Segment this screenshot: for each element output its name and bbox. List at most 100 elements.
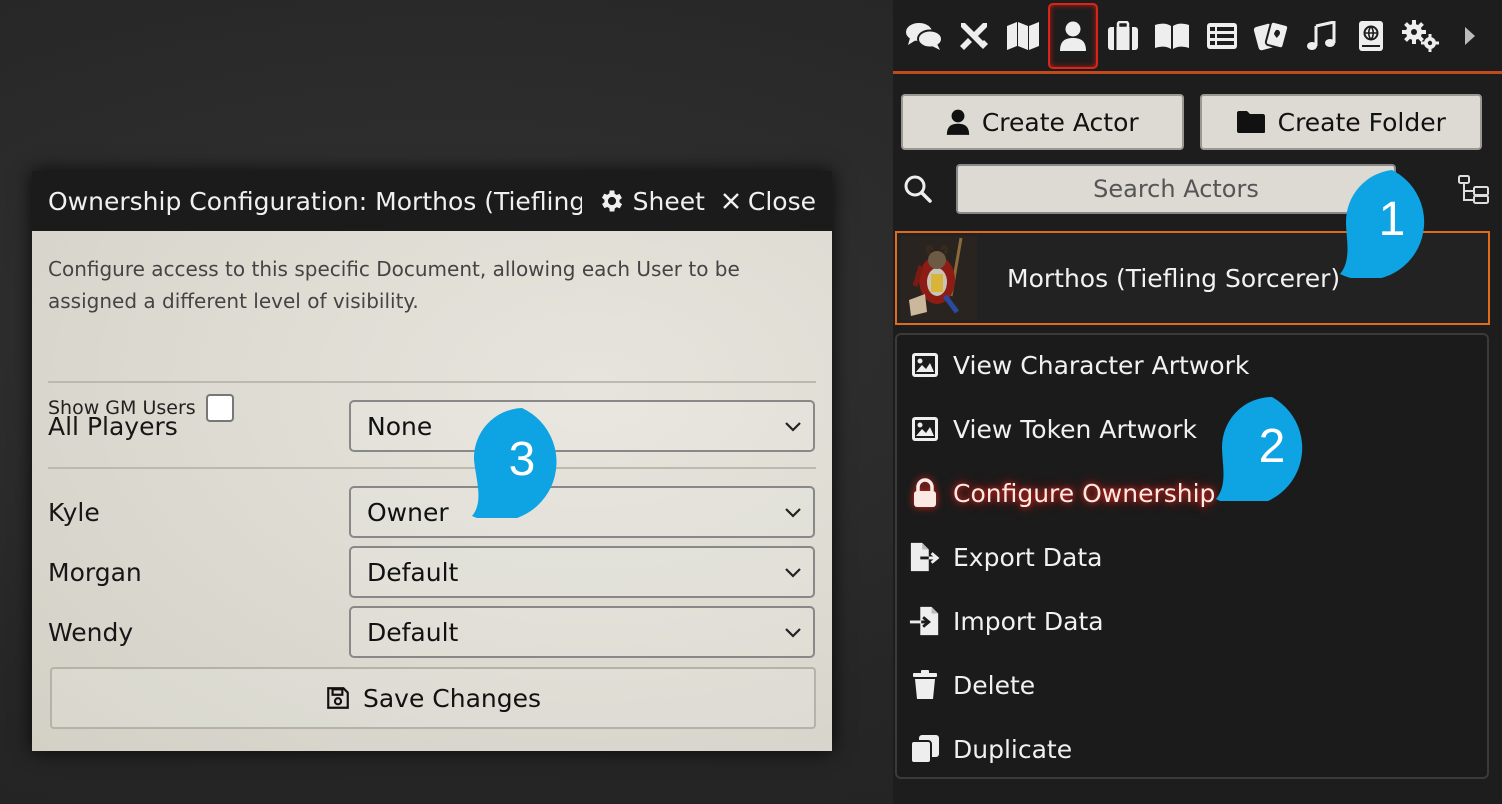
folder-icon <box>1236 111 1265 133</box>
divider <box>48 467 816 469</box>
ownership-dialog: Ownership Configuration: Morthos (Tiefli… <box>32 171 832 751</box>
copy-icon <box>909 734 941 764</box>
crossed-swords-icon <box>959 22 988 50</box>
menu-item-view-character-artwork[interactable]: View Character Artwork <box>909 345 1249 385</box>
menu-item-duplicate[interactable]: Duplicate <box>909 729 1072 769</box>
user-label: Morgan <box>48 557 142 587</box>
tab-combat[interactable] <box>949 3 999 69</box>
chevron-down-icon <box>785 422 801 432</box>
sheet-button[interactable]: Sheet <box>598 187 705 216</box>
sheet-label: Sheet <box>632 186 705 216</box>
cards-icon <box>1253 20 1289 50</box>
actor-name: Morthos (Tiefling Sorcerer) <box>1007 263 1341 293</box>
sidebar: Create Actor Create Folder Search Actors… <box>893 0 1502 804</box>
menu-item-label: Import Data <box>953 606 1104 636</box>
create-actor-label: Create Actor <box>981 107 1139 137</box>
actor-portrait <box>901 236 977 320</box>
callout-marker-2: 2 <box>1214 395 1324 507</box>
suitcase-icon <box>1107 20 1138 50</box>
select-value: Default <box>367 557 459 587</box>
menu-item-label: Configure Ownership <box>953 478 1216 508</box>
lock-icon <box>909 478 941 508</box>
tab-settings[interactable] <box>1396 3 1446 69</box>
atlas-icon <box>1359 20 1384 51</box>
sidebar-tabs <box>893 0 1502 74</box>
user-permission-select[interactable]: Owner <box>349 486 815 538</box>
chevron-down-icon <box>785 628 801 638</box>
divider <box>48 381 816 383</box>
tab-scenes[interactable] <box>998 3 1048 69</box>
user-permission-select[interactable]: Default <box>349 606 815 658</box>
user-row-kyle: Kyle Owner <box>48 486 816 538</box>
directory-header-actions: Create Actor Create Folder <box>901 94 1482 150</box>
dialog-hint: Configure access to this specific Docume… <box>48 257 740 313</box>
close-button[interactable]: Close <box>721 187 816 216</box>
tab-items[interactable] <box>1098 3 1148 69</box>
caret-right-icon <box>1465 26 1476 45</box>
image-icon <box>909 416 941 442</box>
tab-compendium[interactable] <box>1346 3 1396 69</box>
close-label: Close <box>747 186 816 216</box>
menu-item-export-data[interactable]: Export Data <box>909 537 1102 577</box>
collapse-folders-icon[interactable] <box>1457 174 1491 204</box>
chevron-down-icon <box>785 508 801 518</box>
tab-journal[interactable] <box>1147 3 1197 69</box>
chevron-down-icon <box>785 568 801 578</box>
menu-item-view-token-artwork[interactable]: View Token Artwork <box>909 409 1197 449</box>
dialog-header[interactable]: Ownership Configuration: Morthos (Tiefli… <box>32 171 832 231</box>
tab-chat[interactable] <box>899 3 949 69</box>
menu-item-import-data[interactable]: Import Data <box>909 601 1104 641</box>
floppy-disk-icon <box>327 687 349 709</box>
all-players-label: All Players <box>48 411 178 441</box>
create-actor-button[interactable]: Create Actor <box>901 94 1184 150</box>
trash-icon <box>909 670 941 700</box>
tab-actors[interactable] <box>1048 2 1098 69</box>
music-icon <box>1307 20 1336 50</box>
tab-cards[interactable] <box>1247 3 1297 69</box>
menu-item-configure-ownership[interactable]: Configure Ownership <box>909 473 1215 513</box>
menu-item-label: Duplicate <box>953 734 1073 764</box>
comments-icon <box>905 22 943 50</box>
close-icon <box>723 193 739 209</box>
menu-item-label: Delete <box>953 670 1036 700</box>
all-players-row: All Players None <box>48 400 816 452</box>
user-icon <box>1059 21 1086 51</box>
select-value: Default <box>367 617 459 647</box>
user-label: Kyle <box>48 497 100 527</box>
collapse-sidebar-button[interactable] <box>1446 3 1496 69</box>
dialog-title: Ownership Configuration: Morthos (Tiefli… <box>48 186 582 216</box>
book-open-icon <box>1155 23 1190 49</box>
menu-item-label: Export Data <box>953 542 1103 572</box>
image-icon <box>909 352 941 378</box>
create-folder-label: Create Folder <box>1277 107 1446 137</box>
create-folder-button[interactable]: Create Folder <box>1199 94 1482 150</box>
save-changes-button[interactable]: Save Changes <box>50 667 816 729</box>
select-value: None <box>367 411 433 441</box>
menu-item-delete[interactable]: Delete <box>909 665 1035 705</box>
search-icon <box>904 175 932 203</box>
save-changes-label: Save Changes <box>362 683 542 713</box>
th-list-icon <box>1206 22 1237 49</box>
callout-marker-3: 3 <box>470 406 574 522</box>
tab-tables[interactable] <box>1197 3 1247 69</box>
callout-number: 1 <box>1378 193 1406 246</box>
search-input[interactable] <box>956 164 1396 214</box>
map-icon <box>1007 21 1040 50</box>
user-icon <box>946 109 969 135</box>
gear-icon <box>601 190 622 212</box>
select-value: Owner <box>367 497 449 527</box>
file-export-icon <box>909 541 941 573</box>
user-row-morgan: Morgan Default <box>48 546 816 598</box>
cogs-icon <box>1401 19 1439 52</box>
tab-playlists[interactable] <box>1297 3 1347 69</box>
callout-number: 2 <box>1258 420 1286 473</box>
callout-number: 3 <box>508 433 536 486</box>
menu-item-label: View Character Artwork <box>953 350 1250 380</box>
context-menu: View Character Artwork View Token Artwor… <box>895 333 1489 779</box>
callout-marker-1: 1 <box>1338 168 1446 281</box>
menu-item-label: View Token Artwork <box>953 414 1198 444</box>
all-players-select[interactable]: None <box>349 400 815 452</box>
file-import-icon <box>909 605 941 637</box>
user-row-wendy: Wendy Default <box>48 606 816 658</box>
user-permission-select[interactable]: Default <box>349 546 815 598</box>
